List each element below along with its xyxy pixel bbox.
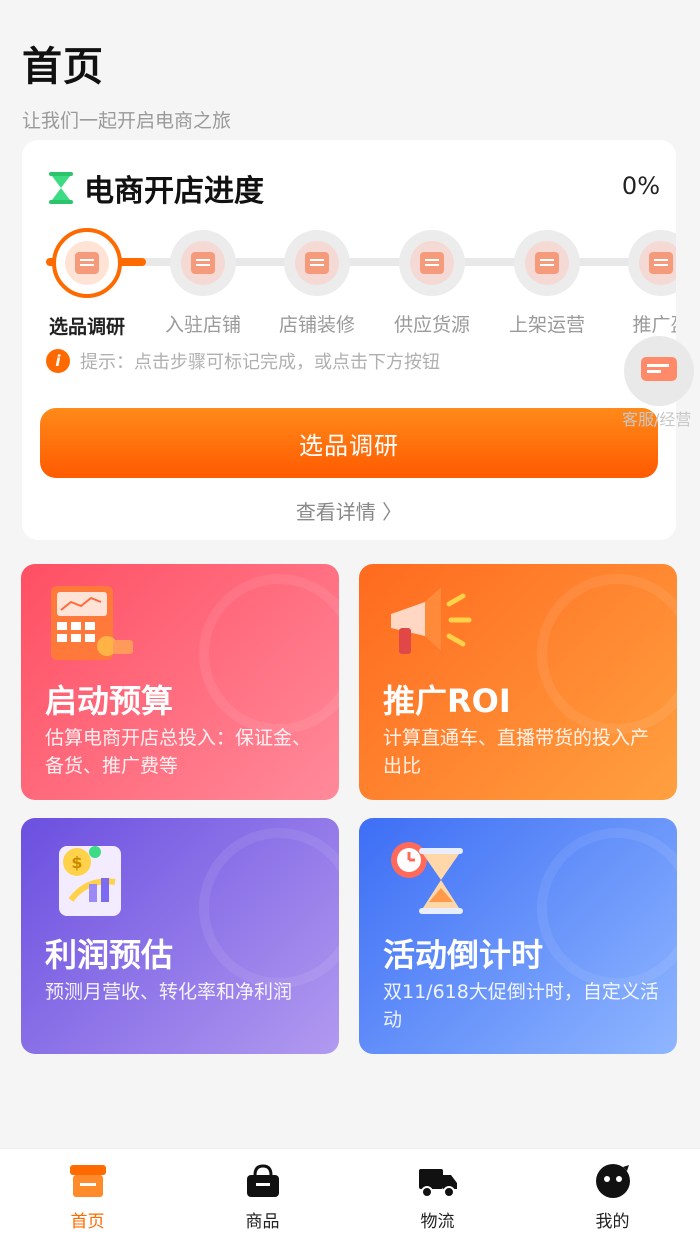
step-label: 供应货源 [393, 314, 470, 336]
customer-service-float-button[interactable] [624, 336, 694, 406]
watermark-decoration [537, 574, 677, 734]
tile-title: 推广ROI [383, 682, 511, 720]
view-details-link[interactable]: 查看详情 〉 [22, 496, 676, 525]
hint-text: 提示：点击步骤可标记完成，或点击下方按钮 [80, 352, 440, 373]
page-title: 首页 [22, 44, 104, 90]
folder-icon [420, 252, 444, 274]
step-open-store[interactable]: 入驻店铺 [148, 230, 258, 337]
progress-percent: 0% [621, 172, 660, 200]
money-document-icon: $ [59, 846, 121, 916]
step-label: 选品调研 [48, 316, 125, 338]
step-label: 店铺装修 [278, 314, 355, 336]
tile-title: 利润预估 [45, 936, 174, 974]
step-circle [170, 230, 236, 296]
start-step-button[interactable]: 选品调研 [40, 408, 658, 478]
step-store-decoration[interactable]: 店铺装修 [262, 230, 372, 337]
clipboard-icon [75, 252, 99, 274]
step-listing-operations[interactable]: 上架运营 [492, 230, 602, 337]
step-product-research[interactable]: 选品调研 [32, 228, 142, 339]
tile-title: 活动倒计时 [383, 936, 544, 974]
tab-label: 商品 [245, 1212, 280, 1232]
tile-description: 估算电商开店总投入：保证金、备货、推广费等 [45, 727, 312, 777]
wallet-icon [191, 252, 215, 274]
step-promotion[interactable]: 推广盈 [606, 230, 676, 337]
box-icon [535, 252, 559, 274]
basket-icon [246, 1164, 279, 1197]
hourglass-icon [49, 172, 73, 204]
truck-icon [418, 1169, 457, 1198]
step-circle [514, 230, 580, 296]
customer-service-label: 客服/经营 [622, 410, 692, 429]
tile-promotion-roi[interactable]: 推广ROI 计算直通车、直播带货的投入产出比 [359, 564, 677, 800]
bottom-tab-bar: 首页 商品 物流 我的 [0, 1148, 700, 1244]
clock-hourglass-icon [391, 842, 463, 914]
step-circle [52, 228, 122, 298]
tab-home[interactable]: 首页 [0, 1149, 175, 1244]
page-subtitle: 让我们一起开启电商之旅 [22, 110, 232, 132]
watermark-decoration [537, 828, 677, 988]
heart-card-icon [649, 252, 673, 274]
tile-startup-budget[interactable]: 启动预算 估算电商开店总投入：保证金、备货、推广费等 [21, 564, 339, 800]
tile-description: 预测月营收、转化率和净利润 [45, 981, 293, 1003]
step-label: 上架运营 [508, 314, 585, 336]
tab-me[interactable]: 我的 [525, 1149, 700, 1244]
progress-header: 电商开店进度 [48, 166, 264, 210]
tile-title: 启动预算 [45, 682, 174, 720]
calculator-chart-icon [51, 586, 133, 660]
step-circle [628, 230, 676, 296]
hint-text-row: i 提示：点击步骤可标记完成，或点击下方按钮 [46, 348, 440, 374]
step-supply-source[interactable]: 供应货源 [377, 230, 487, 337]
watermark-decoration [199, 574, 339, 734]
tile-profit-estimate[interactable]: $ 利润预估 预测月营收、转化率和净利润 [21, 818, 339, 1054]
steps-track: 选品调研 入驻店铺 店铺装修 供应货源 上架运营 推广盈 [22, 228, 676, 350]
tab-label: 首页 [70, 1212, 105, 1232]
svg-text:$: $ [71, 853, 82, 872]
chat-bubble-icon [641, 357, 677, 381]
tab-label: 物流 [420, 1212, 455, 1232]
store-progress-card: 电商开店进度 0% 选品调研 入驻店铺 店铺装修 供应货源 上架运营 推广盈 [22, 140, 676, 540]
tile-description: 计算直通车、直播带货的投入产出比 [383, 727, 650, 777]
tab-label: 我的 [595, 1212, 630, 1232]
tab-logistics[interactable]: 物流 [350, 1149, 525, 1244]
info-icon: i [46, 349, 70, 373]
tab-products[interactable]: 商品 [175, 1149, 350, 1244]
step-circle [284, 230, 350, 296]
step-label: 入驻店铺 [164, 314, 241, 336]
progress-title: 电商开店进度 [84, 174, 264, 209]
tile-description: 双11/618大促倒计时，自定义活动 [383, 981, 659, 1031]
step-label: 推广盈 [632, 314, 676, 336]
megaphone-icon [391, 588, 472, 654]
watermark-decoration [199, 828, 339, 988]
avatar-icon [595, 1164, 630, 1198]
tile-event-countdown[interactable]: 活动倒计时 双11/618大促倒计时，自定义活动 [359, 818, 677, 1054]
decor-icon [305, 252, 329, 274]
step-circle [399, 230, 465, 296]
page-header: 首页 让我们一起开启电商之旅 [22, 34, 231, 133]
store-icon [69, 1165, 106, 1197]
